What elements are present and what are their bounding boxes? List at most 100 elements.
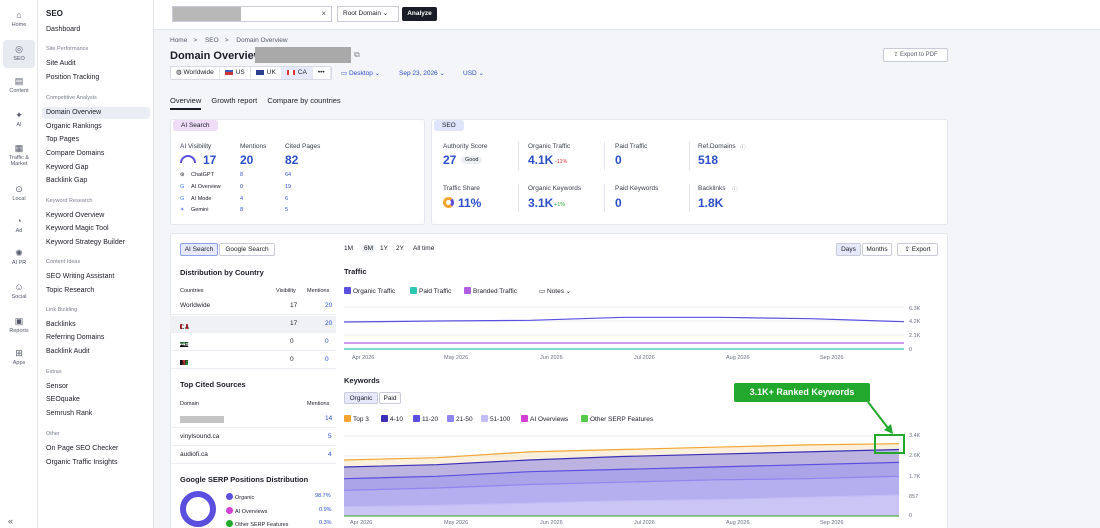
sidebar-item-position-tracking[interactable]: Position Tracking [46, 74, 99, 81]
table-row[interactable]: vinylsound.ca 5 [170, 429, 336, 446]
legend-top3[interactable]: Top 3 [344, 415, 369, 423]
ai-row-mentions[interactable]: 8 [240, 207, 243, 213]
keywords-organic-toggle[interactable]: Organic [344, 392, 378, 404]
ai-search-toggle[interactable]: AI Search [180, 243, 218, 256]
rail-social[interactable]: ☺ Social [0, 282, 38, 300]
range-6m[interactable]: 6M [362, 245, 376, 252]
legend-11-20[interactable]: 11-20 [413, 415, 438, 423]
breadcrumb-seo[interactable]: SEO [205, 37, 219, 44]
db-uk[interactable]: UK [251, 67, 282, 79]
rail-traffic[interactable]: ▦ Traffic & Market [0, 143, 38, 167]
sidebar-item-backlink-audit[interactable]: Backlink Audit [46, 348, 90, 355]
collapse-sidebar-button[interactable]: « [8, 516, 13, 526]
info-icon[interactable]: ⓘ [740, 143, 746, 151]
db-worldwide[interactable]: ◍ Worldwide [171, 67, 220, 79]
currency-select[interactable]: USD ⌄ [463, 69, 484, 77]
sidebar-item-backlink-gap[interactable]: Backlink Gap [46, 177, 87, 184]
sidebar-item-organic-insights[interactable]: Organic Traffic Insights [46, 459, 117, 466]
legend-organic-traffic[interactable]: Organic Traffic [344, 287, 395, 295]
ai-visibility-value[interactable]: 17 [203, 153, 216, 167]
sidebar-item-keyword-overview[interactable]: Keyword Overview [46, 212, 104, 219]
notes-dropdown[interactable]: ▭ Notes ⌄ [539, 287, 571, 295]
ai-row-cited[interactable]: 5 [285, 207, 288, 213]
sidebar-item-semrush-rank[interactable]: Semrush Rank [46, 410, 92, 417]
ai-row-mentions[interactable]: 4 [240, 196, 243, 202]
rail-reports[interactable]: ▣ Reports [0, 316, 38, 334]
rail-apps[interactable]: ⊞ Apps [0, 348, 38, 366]
range-2y[interactable]: 2Y [396, 245, 404, 252]
db-ca[interactable]: CA [281, 67, 313, 79]
paid-keywords-value[interactable]: 0 [615, 196, 622, 210]
external-link-icon[interactable]: ⧉ [354, 50, 360, 60]
sidebar-item-site-audit[interactable]: Site Audit [46, 60, 76, 67]
sidebar-item-keyword-strategy[interactable]: Keyword Strategy Builder [46, 239, 125, 246]
table-row[interactable]: Worldwide 17 20 [170, 298, 336, 315]
sidebar-item-keyword-magic[interactable]: Keyword Magic Tool [46, 225, 109, 232]
root-domain-select[interactable]: Root Domain ⌄ [337, 6, 399, 22]
table-row[interactable]: audiofi.ca 4 [170, 447, 336, 464]
ai-row-mentions[interactable]: 0 [240, 184, 243, 190]
db-more-button[interactable]: ••• [313, 67, 331, 79]
tab-compare-countries[interactable]: Compare by countries [267, 96, 340, 105]
backlinks-value[interactable]: 1.8K [698, 196, 723, 210]
rail-content[interactable]: ▤ Content [0, 76, 38, 94]
days-toggle[interactable]: Days [836, 243, 861, 256]
breadcrumb-home[interactable]: Home [170, 37, 187, 44]
legend-4-10[interactable]: 4-10 [381, 415, 403, 423]
db-us[interactable]: US [220, 67, 251, 79]
authority-score-value[interactable]: 27 [443, 153, 456, 167]
legend-ai-overviews[interactable]: AI Overviews [521, 415, 568, 423]
cited-pages-value[interactable]: 82 [285, 153, 298, 167]
device-select[interactable]: ▭ Desktop ⌄ [341, 69, 380, 77]
rail-ai[interactable]: ✦ AI [0, 110, 38, 128]
table-row[interactable]: AE 0 0 [170, 334, 336, 351]
sidebar-item-dashboard[interactable]: Dashboard [46, 26, 80, 33]
months-toggle[interactable]: Months [862, 243, 892, 256]
tab-overview[interactable]: Overview [170, 96, 202, 110]
sidebar-item-seoquake[interactable]: SEOquake [46, 396, 80, 403]
organic-traffic-value[interactable]: 4.1K [528, 153, 553, 167]
paid-traffic-value[interactable]: 0 [615, 153, 622, 167]
table-row[interactable]: AF 0 0 [170, 352, 336, 369]
legend-paid-traffic[interactable]: Paid Traffic [410, 287, 451, 295]
sidebar-item-keyword-gap[interactable]: Keyword Gap [46, 164, 88, 171]
domain-search-input[interactable]: × [172, 6, 332, 22]
info-icon[interactable]: ⓘ [732, 185, 738, 193]
export-pdf-button[interactable]: ⇪ Export to PDF [883, 48, 948, 62]
sidebar-item-writing-assistant[interactable]: SEO Writing Assistant [46, 273, 114, 280]
keywords-paid-toggle[interactable]: Paid [379, 392, 401, 404]
ai-row-cited[interactable]: 19 [285, 184, 291, 190]
sidebar-item-referring-domains[interactable]: Referring Domains [46, 334, 104, 341]
date-select[interactable]: Sep 23, 2026 ⌄ [399, 69, 445, 77]
rail-seo[interactable]: ◎ SEO [3, 40, 35, 68]
legend-21-50[interactable]: 21-50 [447, 415, 473, 423]
sidebar-item-domain-overview[interactable]: Domain Overview [42, 107, 150, 119]
rail-local[interactable]: ⊙ Local [0, 184, 38, 202]
legend-branded-traffic[interactable]: Branded Traffic [464, 287, 517, 295]
legend-other-serp[interactable]: Other SERP Features [581, 415, 653, 423]
ai-row-mentions[interactable]: 8 [240, 172, 243, 178]
sidebar-item-sensor[interactable]: Sensor [46, 383, 68, 390]
export-button[interactable]: ⇪ Export [897, 243, 938, 256]
clear-icon[interactable]: × [321, 9, 326, 18]
sidebar-item-backlinks[interactable]: Backlinks [46, 321, 76, 328]
ref-domains-value[interactable]: 518 [698, 153, 718, 167]
sidebar-item-top-pages[interactable]: Top Pages [46, 136, 79, 143]
ai-row-cited[interactable]: 64 [285, 172, 291, 178]
tab-growth-report[interactable]: Growth report [211, 96, 257, 105]
sidebar-item-onpage-checker[interactable]: On Page SEO Checker [46, 445, 118, 452]
traffic-share-value[interactable]: 11% [458, 196, 481, 210]
ai-row-cited[interactable]: 6 [285, 196, 288, 202]
mentions-value[interactable]: 20 [240, 153, 253, 167]
range-1m[interactable]: 1M [344, 245, 353, 252]
sidebar-item-topic-research[interactable]: Topic Research [46, 287, 94, 294]
sidebar-item-compare-domains[interactable]: Compare Domains [46, 150, 104, 157]
google-search-toggle[interactable]: Google Search [219, 243, 275, 256]
table-row[interactable]: CA 17 20 [170, 316, 336, 333]
legend-51-100[interactable]: 51-100 [481, 415, 510, 423]
rail-home[interactable]: ⌂ Home [0, 10, 38, 28]
range-all-time[interactable]: All time [413, 245, 434, 252]
range-1y[interactable]: 1Y [380, 245, 388, 252]
rail-ad[interactable]: ◔ Ad [0, 216, 38, 234]
organic-keywords-value[interactable]: 3.1K [528, 196, 553, 210]
